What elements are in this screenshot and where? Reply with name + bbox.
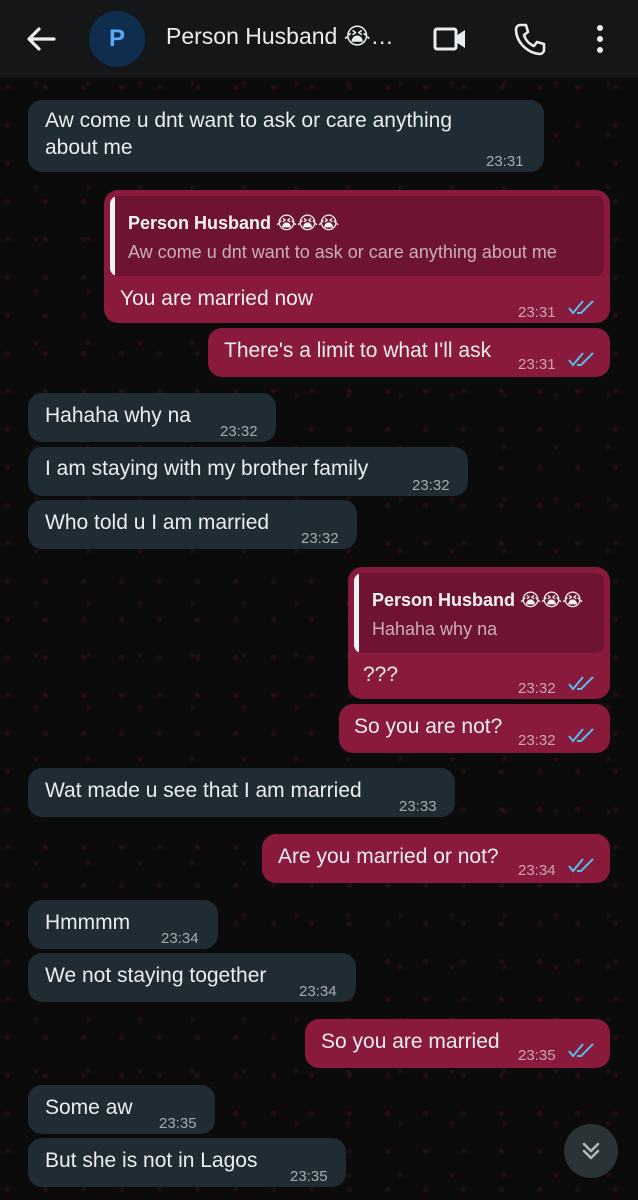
- message-time: 23:32: [518, 680, 556, 697]
- message-time: 23:32: [301, 530, 339, 547]
- scroll-to-bottom-button[interactable]: [564, 1124, 618, 1178]
- read-ticks-icon: [568, 858, 594, 873]
- read-ticks-icon: [568, 352, 594, 367]
- back-arrow-icon[interactable]: [22, 20, 60, 58]
- message-text: Aw come u dnt want to ask or care anythi…: [45, 109, 452, 132]
- message-time: 23:32: [518, 732, 556, 749]
- message-outgoing[interactable]: There's a limit to what I'll ask 23:31: [208, 328, 610, 377]
- message-incoming[interactable]: I am staying with my brother family 23:3…: [28, 447, 468, 496]
- message-text: Wat made u see that I am married: [45, 779, 362, 802]
- message-incoming[interactable]: Some aw 23:35: [28, 1085, 215, 1134]
- message-incoming[interactable]: We not staying together 23:34: [28, 953, 356, 1002]
- quote-bar: [110, 196, 115, 276]
- message-outgoing-reply[interactable]: Person Husband 😭😭😭 Hahaha why na ??? 23:…: [348, 567, 610, 699]
- message-time: 23:31: [518, 304, 556, 321]
- quote-author: Person Husband 😭😭😭: [128, 213, 340, 233]
- quote-author: Person Husband 😭😭😭: [372, 590, 584, 610]
- message-time: 23:34: [518, 862, 556, 879]
- message-text: So you are married: [321, 1030, 500, 1053]
- quote-text: Aw come u dnt want to ask or care anythi…: [128, 242, 557, 262]
- message-time: 23:34: [161, 930, 199, 947]
- message-time: 23:31: [518, 356, 556, 373]
- message-time: 23:32: [412, 477, 450, 494]
- message-text: Who told u I am married: [45, 511, 270, 534]
- avatar[interactable]: P: [89, 11, 145, 67]
- message-incoming[interactable]: Wat made u see that I am married 23:33: [28, 768, 455, 817]
- read-ticks-icon: [568, 728, 594, 743]
- message-outgoing[interactable]: Are you married or not? 23:34: [262, 834, 610, 883]
- read-ticks-icon: [568, 1043, 594, 1058]
- message-time: 23:35: [159, 1115, 197, 1132]
- message-incoming[interactable]: Aw come u dnt want to ask or care anythi…: [28, 100, 544, 172]
- message-text: about me: [45, 136, 133, 159]
- message-text: Some aw: [45, 1096, 133, 1119]
- message-time: 23:33: [399, 798, 437, 815]
- message-text: Are you married or not?: [278, 845, 499, 868]
- message-incoming[interactable]: Hahaha why na 23:32: [28, 393, 276, 442]
- message-outgoing-reply[interactable]: Person Husband 😭😭😭 Aw come u dnt want to…: [104, 190, 610, 323]
- quoted-message[interactable]: Person Husband 😭😭😭 Hahaha why na: [354, 573, 604, 653]
- voice-call-icon[interactable]: [512, 21, 548, 57]
- double-chevron-down-icon: [582, 1142, 600, 1160]
- video-call-icon[interactable]: [432, 21, 468, 57]
- message-time: 23:32: [220, 423, 258, 440]
- message-text: You are married now: [120, 287, 313, 310]
- message-time: 23:35: [518, 1047, 556, 1064]
- message-time: 23:35: [290, 1168, 328, 1185]
- read-ticks-icon: [568, 676, 594, 691]
- message-text: But she is not in Lagos: [45, 1149, 258, 1172]
- quote-text: Hahaha why na: [372, 619, 498, 639]
- message-time: 23:34: [299, 983, 337, 1000]
- more-options-icon[interactable]: [586, 21, 622, 57]
- message-text: Hahaha why na: [45, 404, 191, 427]
- message-text: I am staying with my brother family: [45, 457, 369, 480]
- chat-header: P Person Husband 😭…: [0, 0, 638, 78]
- message-text: ???: [363, 663, 399, 686]
- read-ticks-icon: [568, 300, 594, 315]
- message-text: So you are not?: [354, 715, 503, 738]
- contact-name[interactable]: Person Husband 😭…: [166, 23, 394, 50]
- message-outgoing[interactable]: So you are not? 23:32: [339, 704, 610, 753]
- message-incoming[interactable]: Who told u I am married 23:32: [28, 500, 357, 549]
- avatar-letter: P: [108, 25, 125, 52]
- message-incoming[interactable]: But she is not in Lagos 23:35: [28, 1138, 346, 1187]
- message-incoming[interactable]: Hmmmm 23:34: [28, 900, 218, 949]
- quoted-message[interactable]: Person Husband 😭😭😭 Aw come u dnt want to…: [110, 196, 604, 276]
- message-time: 23:31: [486, 153, 524, 170]
- message-text: There's a limit to what I'll ask: [224, 339, 492, 362]
- quote-bar: [354, 573, 359, 653]
- message-text: Hmmmm: [45, 911, 131, 934]
- message-outgoing[interactable]: So you are married 23:35: [305, 1019, 610, 1068]
- message-text: We not staying together: [45, 964, 267, 987]
